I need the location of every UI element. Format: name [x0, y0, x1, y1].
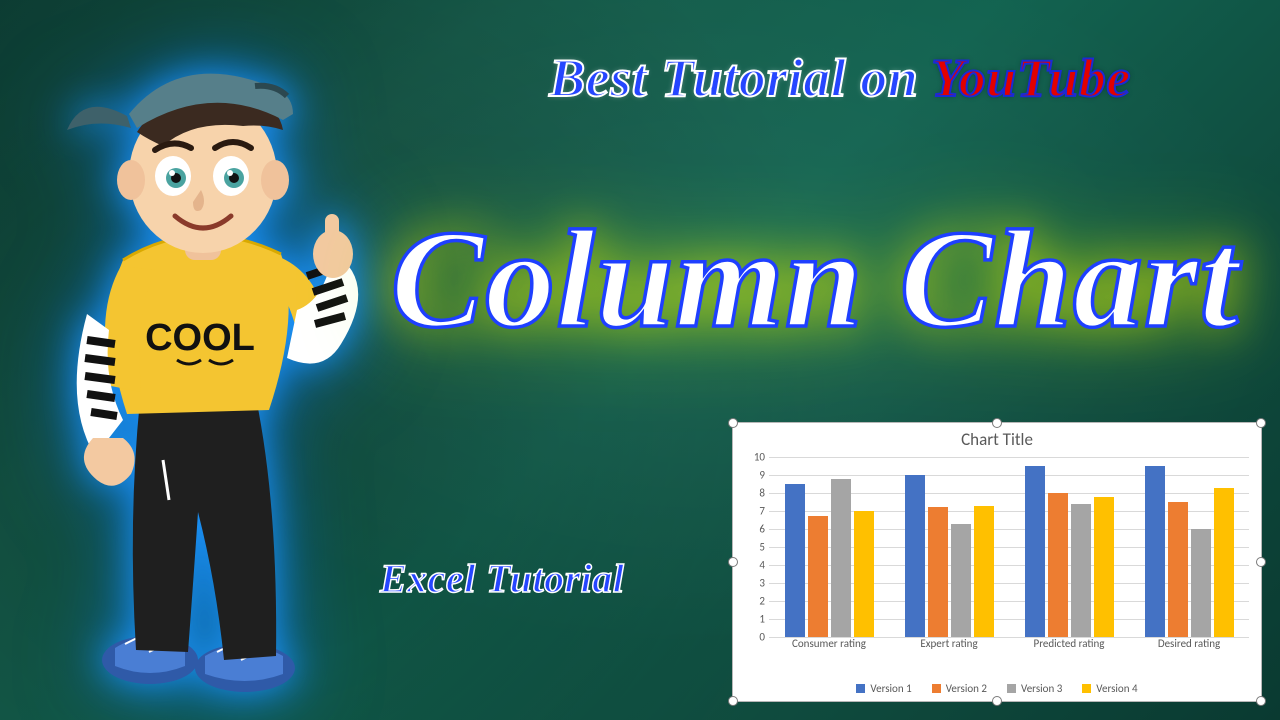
chart-bar: [1048, 493, 1068, 637]
thumbnail-stage: COOL: [0, 0, 1280, 720]
selection-handle: [1256, 696, 1266, 706]
chart-bar-group: [1129, 457, 1249, 637]
chart-bar: [1214, 488, 1234, 637]
chart-x-label: Desired rating: [1129, 637, 1249, 653]
selection-handle: [1256, 418, 1266, 428]
headline-part1: Best Tutorial on: [549, 48, 931, 108]
headline-part2: YouTube: [931, 48, 1131, 108]
chart-bar: [905, 475, 925, 637]
legend-swatch: [856, 684, 865, 693]
headline: Best Tutorial on YouTube: [440, 50, 1240, 107]
legend-label: Version 1: [870, 682, 911, 695]
chart-bar: [785, 484, 805, 637]
chart-bar: [808, 516, 828, 637]
chart-bar: [951, 524, 971, 637]
excel-chart-panel: Chart Title 012345678910 Consumer rating…: [732, 422, 1262, 702]
chart-legend: Version 1 Version 2 Version 3 Version 4: [733, 682, 1261, 695]
chart-bar: [1168, 502, 1188, 637]
chart-legend-item: Version 3: [1007, 682, 1062, 695]
chart-bar: [974, 506, 994, 637]
chart-plot: 012345678910 Consumer ratingExpert ratin…: [769, 457, 1249, 653]
selection-handle: [992, 418, 1002, 428]
chart-bar: [1191, 529, 1211, 637]
chart-bar: [854, 511, 874, 637]
chart-bar: [1025, 466, 1045, 637]
chart-bar-group: [889, 457, 1009, 637]
chart-x-label: Predicted rating: [1009, 637, 1129, 653]
legend-swatch: [1082, 684, 1091, 693]
chart-bar: [1071, 504, 1091, 637]
chart-x-axis: Consumer ratingExpert ratingPredicted ra…: [769, 637, 1249, 653]
legend-swatch: [1007, 684, 1016, 693]
chart-x-label: Expert rating: [889, 637, 1009, 653]
svg-text:COOL: COOL: [145, 317, 255, 359]
chart-bar: [928, 507, 948, 637]
chart-y-axis: 012345678910: [741, 457, 765, 637]
chart-bar: [831, 479, 851, 637]
mascot-character: COOL: [45, 40, 375, 700]
selection-handle: [992, 696, 1002, 706]
legend-label: Version 3: [1021, 682, 1062, 695]
main-title-glow: Column Chart: [380, 210, 1250, 350]
chart-legend-item: Version 1: [856, 682, 911, 695]
chart-bar-group: [1009, 457, 1129, 637]
chart-bar: [1094, 497, 1114, 637]
chart-bar-group: [769, 457, 889, 637]
chart-plot-area: [769, 457, 1249, 637]
chart-bar: [1145, 466, 1165, 637]
legend-label: Version 4: [1096, 682, 1137, 695]
main-title: Column Chart: [380, 210, 1250, 350]
chart-legend-item: Version 2: [932, 682, 987, 695]
selection-handle: [728, 418, 738, 428]
chart-bar-groups: [769, 457, 1249, 637]
chart-legend-item: Version 4: [1082, 682, 1137, 695]
legend-swatch: [932, 684, 941, 693]
subtitle: Excel Tutorial: [380, 555, 624, 602]
selection-handle: [728, 696, 738, 706]
legend-label: Version 2: [946, 682, 987, 695]
chart-x-label: Consumer rating: [769, 637, 889, 653]
